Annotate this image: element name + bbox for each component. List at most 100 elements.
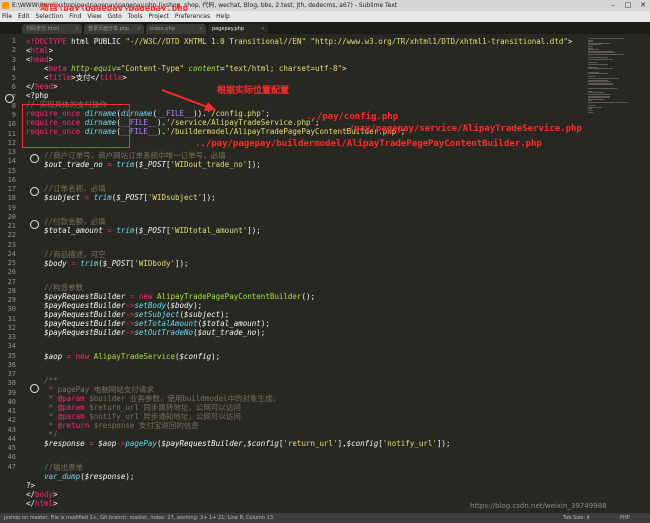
tok: $_POST bbox=[138, 226, 166, 235]
line-number: 44 bbox=[7, 434, 16, 443]
tab-2[interactable]: 登录页面分享.php × bbox=[84, 24, 144, 34]
annotation-arrow-icon bbox=[161, 89, 216, 111]
line-number: 22 bbox=[7, 231, 16, 240]
tok: * bbox=[26, 421, 58, 430]
fold-marker-icon[interactable] bbox=[30, 154, 39, 163]
menu-file[interactable]: File bbox=[0, 11, 14, 22]
line-number: 12 bbox=[7, 138, 16, 147]
tok: html bbox=[30, 46, 49, 55]
maximize-button[interactable]: □ bbox=[621, 0, 635, 11]
tok: new bbox=[138, 292, 153, 301]
menu-goto[interactable]: Goto bbox=[105, 11, 123, 22]
tok bbox=[26, 292, 44, 301]
code-line-4: <meta http-equiv="Content-Type" content=… bbox=[26, 64, 347, 73]
tok: $payRequestBuilder bbox=[44, 310, 126, 319]
tok: > bbox=[48, 46, 54, 55]
tok: title bbox=[48, 73, 72, 82]
tab-bar: 扫码支付.html × 登录页面分享.php × index.php × pagepa… bbox=[0, 22, 650, 34]
tok: 'WIDsubject' bbox=[147, 193, 203, 202]
fold-marker-icon[interactable] bbox=[30, 187, 39, 196]
tok: html PUBLIC bbox=[66, 37, 126, 46]
tok: content bbox=[184, 64, 221, 73]
tok: setBody bbox=[134, 301, 166, 310]
tab-1[interactable]: 扫码支付.html × bbox=[22, 24, 82, 34]
tok: setOutTradeNo bbox=[134, 328, 194, 337]
line-number: 27 bbox=[7, 277, 16, 286]
tok: "-//W3C//DTD XHTML 1.0 Transitional//EN" bbox=[125, 37, 306, 46]
line-number: 9 bbox=[11, 111, 16, 119]
minimap-line bbox=[588, 102, 628, 103]
tok: * bbox=[26, 394, 58, 403]
tok: 'WIDtotal_amount' bbox=[170, 226, 248, 235]
tab-4-active[interactable]: pagepay.php × bbox=[208, 24, 268, 34]
tok: > bbox=[567, 37, 573, 46]
line-number: 40 bbox=[7, 397, 16, 406]
tok: $subject bbox=[44, 193, 81, 202]
tok: $_POST bbox=[116, 193, 144, 202]
tok: @return bbox=[57, 421, 90, 430]
close-button[interactable]: ✕ bbox=[636, 0, 650, 11]
tok: $payRequestBuilder bbox=[44, 301, 126, 310]
tok: "http://www.w3.org/TR/xhtml1/DTD/xhtml1-… bbox=[310, 37, 568, 46]
fold-marker-icon[interactable] bbox=[30, 384, 39, 393]
close-icon[interactable]: × bbox=[261, 24, 265, 34]
menu-project[interactable]: Project bbox=[146, 11, 171, 22]
close-icon[interactable]: × bbox=[199, 24, 203, 34]
tok: ]); bbox=[247, 160, 261, 169]
line-number: 31 bbox=[7, 314, 16, 323]
tok: $payRequestBuilder bbox=[161, 439, 243, 448]
tok: ; bbox=[265, 109, 270, 118]
tok: 'WIDout_trade_no' bbox=[170, 160, 248, 169]
fold-marker-icon[interactable] bbox=[30, 220, 39, 229]
minimize-button[interactable]: – bbox=[606, 0, 620, 11]
minimap-line bbox=[588, 38, 624, 39]
tok: ], bbox=[337, 439, 347, 448]
menu-edit[interactable]: Edit bbox=[16, 11, 32, 22]
tok: <?php bbox=[26, 91, 49, 100]
close-icon[interactable]: × bbox=[137, 24, 141, 34]
tok: = bbox=[62, 352, 76, 361]
line-number: 43 bbox=[7, 425, 16, 434]
tok: "text/html; charset=utf-8" bbox=[224, 64, 343, 73]
tok: = bbox=[102, 160, 117, 169]
line-number: 29 bbox=[7, 296, 16, 304]
menu-help[interactable]: Help bbox=[214, 11, 232, 22]
status-tab-size[interactable]: Tab Size: 4 bbox=[563, 513, 590, 523]
tok: </ bbox=[26, 499, 36, 508]
builder-path-annotation: ../pay/pagepay/buildermodel/AlipayTradeP… bbox=[195, 139, 542, 149]
line-number: 41 bbox=[7, 407, 16, 415]
code-line-7: <?php bbox=[26, 91, 49, 100]
menu-view[interactable]: View bbox=[85, 11, 103, 22]
menu-find[interactable]: Find bbox=[67, 11, 83, 22]
status-bar: jxshop on master, File is modified 1+, G… bbox=[0, 513, 650, 523]
fold-marker-icon[interactable] bbox=[5, 94, 14, 103]
menu-tools[interactable]: Tools bbox=[126, 11, 145, 22]
line-number: 47 bbox=[7, 462, 16, 471]
menu-selection[interactable]: Selection bbox=[34, 11, 66, 22]
tok: trim bbox=[93, 193, 112, 202]
tok: AlipayTradePagePayContentBuilder bbox=[156, 292, 302, 301]
tok: @param bbox=[57, 394, 85, 403]
tok: > bbox=[342, 64, 347, 73]
tok: $payRequestBuilder bbox=[44, 328, 126, 337]
line-number: 28 bbox=[7, 286, 16, 295]
close-icon[interactable]: × bbox=[75, 24, 79, 34]
line-number-gutter: 1 2 3 4 5 6 7 8 9 10 11 12 13 14 15 16 17 18 19 20 21 22 23 24 2… bbox=[0, 34, 22, 514]
tab-3[interactable]: index.php × bbox=[146, 24, 206, 34]
tok: "Content-Type" bbox=[120, 64, 185, 73]
tok: $payRequestBuilder bbox=[44, 319, 126, 328]
status-syntax[interactable]: PHP bbox=[620, 513, 630, 523]
minimap[interactable] bbox=[584, 34, 650, 514]
tok: </ bbox=[26, 490, 36, 499]
tok: > bbox=[48, 55, 54, 64]
tok: $aop bbox=[98, 439, 117, 448]
line-number: 1 bbox=[11, 37, 16, 45]
tok: ]); bbox=[436, 439, 451, 448]
code-line-14: $out_trade_no = trim($_POST['WIDout_trad… bbox=[26, 160, 261, 169]
tok: ?> bbox=[26, 481, 36, 490]
line-number: 25 bbox=[7, 259, 16, 267]
menu-preferences[interactable]: Preferences bbox=[173, 11, 212, 22]
tok: * bbox=[26, 403, 58, 412]
minimap-line bbox=[588, 68, 614, 70]
code-line-35: * pagePay 电脑网站支付请求 bbox=[26, 385, 154, 394]
